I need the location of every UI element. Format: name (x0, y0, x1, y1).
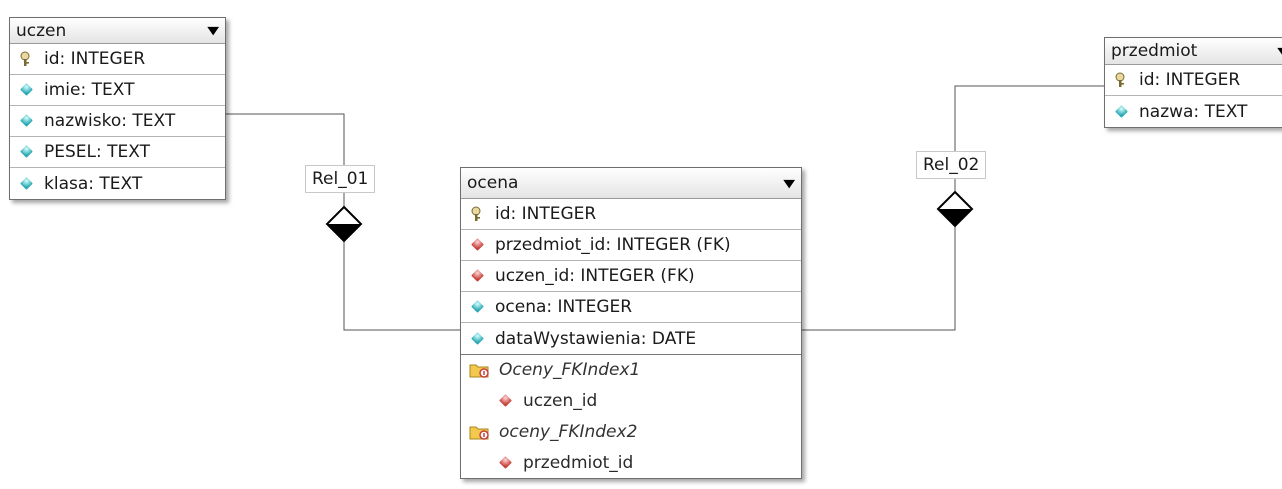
column-name: ocena: INTEGER (495, 297, 633, 317)
dropdown-arrow-icon[interactable]: ▼ (783, 177, 795, 190)
index-column-row[interactable]: przedmiot_id (461, 447, 801, 478)
attribute-diamond-icon (18, 113, 38, 129)
attribute-diamond-icon (18, 82, 38, 98)
foreign-key-diamond-icon (497, 393, 517, 409)
index-column-row[interactable]: uczen_id (461, 385, 801, 416)
index-row[interactable]: Oceny_FKIndex1 (461, 354, 801, 385)
rel-01-diamond-icon (325, 205, 363, 243)
column-name: PESEL: TEXT (44, 142, 150, 162)
dropdown-arrow-icon[interactable]: ▼ (1277, 45, 1282, 58)
table-przedmiot-header[interactable]: przedmiot ▼ (1105, 38, 1282, 65)
column-name: nazwisko: TEXT (44, 111, 176, 131)
index-row[interactable]: oceny_FKIndex2 (461, 416, 801, 447)
key-icon (1113, 72, 1133, 88)
foreign-key-diamond-icon (497, 455, 517, 471)
table-uczen-header[interactable]: uczen ▼ (10, 18, 225, 44)
attribute-diamond-icon (469, 299, 489, 315)
column-row[interactable]: uczen_id: INTEGER (FK) (461, 261, 801, 292)
index-name: oceny_FKIndex2 (499, 421, 638, 442)
attribute-diamond-icon (1113, 104, 1133, 120)
column-name: klasa: TEXT (44, 173, 143, 194)
table-ocena-header[interactable]: ocena ▼ (461, 168, 801, 199)
table-przedmiot[interactable]: przedmiot ▼ id: INTEGER nazwa: TEXT (1104, 37, 1282, 128)
foreign-key-diamond-icon (469, 268, 489, 284)
rel-02-label[interactable]: Rel_02 (916, 151, 987, 179)
column-row[interactable]: klasa: TEXT (10, 168, 225, 199)
table-uczen-title: uczen (16, 20, 67, 41)
column-row[interactable]: id: INTEGER (1105, 65, 1282, 96)
column-name: dataWystawienia: DATE (495, 328, 697, 349)
rel-02-diamond-icon (936, 190, 974, 228)
table-przedmiot-title: przedmiot (1111, 41, 1198, 61)
table-ocena-title: ocena (467, 173, 519, 193)
table-ocena[interactable]: ocena ▼ id: INTEGER przedmiot_id: INTEGE… (460, 167, 802, 479)
column-name: imie: TEXT (44, 80, 135, 100)
attribute-diamond-icon (18, 144, 38, 160)
table-uczen[interactable]: uczen ▼ id: INTEGER imie: TEXT nazwisko:… (9, 17, 226, 200)
attribute-diamond-icon (469, 331, 489, 347)
folder-index-icon (469, 424, 493, 440)
column-row[interactable]: przedmiot_id: INTEGER (FK) (461, 230, 801, 261)
column-row[interactable]: nazwa: TEXT (1105, 96, 1282, 127)
key-icon (469, 206, 489, 222)
rel-01-label[interactable]: Rel_01 (305, 165, 376, 193)
column-row[interactable]: nazwisko: TEXT (10, 106, 225, 137)
column-name: przedmiot_id: INTEGER (FK) (495, 235, 731, 255)
column-name: id: INTEGER (495, 204, 597, 224)
attribute-diamond-icon (18, 176, 38, 192)
column-row[interactable]: PESEL: TEXT (10, 137, 225, 168)
column-name: id: INTEGER (44, 49, 146, 69)
column-name: nazwa: TEXT (1139, 101, 1248, 122)
index-name: Oceny_FKIndex1 (499, 360, 641, 380)
column-row[interactable]: dataWystawienia: DATE (461, 323, 801, 354)
column-row[interactable]: id: INTEGER (461, 199, 801, 230)
dropdown-arrow-icon[interactable]: ▼ (207, 24, 219, 37)
column-row[interactable]: ocena: INTEGER (461, 292, 801, 323)
key-icon (18, 51, 38, 67)
index-column: uczen_id (523, 390, 598, 411)
column-name: uczen_id: INTEGER (FK) (495, 266, 695, 286)
folder-index-icon (469, 362, 493, 378)
column-name: id: INTEGER (1139, 70, 1241, 90)
index-column: przedmiot_id (523, 452, 634, 473)
foreign-key-diamond-icon (469, 237, 489, 253)
column-row[interactable]: id: INTEGER (10, 44, 225, 75)
column-row[interactable]: imie: TEXT (10, 75, 225, 106)
